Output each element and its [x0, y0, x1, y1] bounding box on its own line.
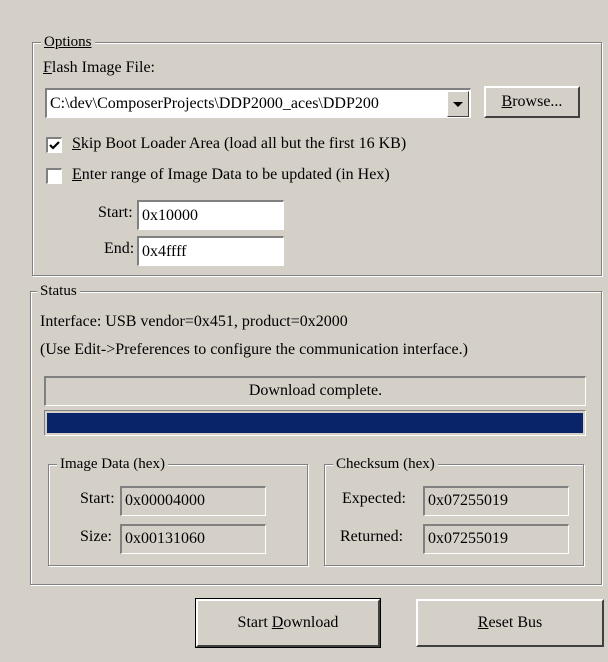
combobox-dropdown-button[interactable]	[447, 91, 469, 117]
checksum-legend: Checksum (hex)	[333, 455, 438, 473]
reset-bus-rest: eset Bus	[488, 614, 543, 631]
image-data-legend: Image Data (hex)	[57, 455, 168, 473]
image-start-label: Start:	[80, 490, 115, 507]
flash-label-rest: lash Image File:	[51, 59, 155, 76]
range-end-label: End:	[104, 240, 135, 257]
skip-boot-rest: kip Boot Loader Area (load all but the f…	[80, 135, 407, 152]
image-start-value: 0x00004000	[120, 486, 266, 516]
range-end-input[interactable]	[137, 236, 284, 266]
image-data-legend-text: Image Data (hex)	[60, 456, 165, 472]
checksum-returned-value: 0x07255019	[423, 524, 569, 554]
start-download-rest: ownload	[283, 614, 339, 631]
options-legend: Options	[41, 33, 95, 51]
flash-image-path: C:\dev\ComposerProjects\DDP2000_aces\DDP…	[50, 95, 379, 112]
checksum-expected-label: Expected:	[342, 490, 406, 507]
enter-range-label[interactable]: Enter range of Image Data to be updated …	[72, 165, 390, 185]
reset-bus-accel: R	[477, 614, 489, 631]
interface-hint: (Use Edit->Preferences to configure the …	[40, 341, 468, 358]
browse-button[interactable]: Browse...	[484, 86, 580, 118]
chevron-down-icon	[453, 102, 463, 107]
flash-dialog: Options Flash Image File: C:\dev\Compose…	[0, 0, 608, 662]
status-message-panel: Download complete.	[44, 376, 586, 406]
range-start-input[interactable]	[137, 200, 284, 230]
checksum-legend-text: Checksum (hex)	[336, 456, 435, 472]
skip-boot-checkbox[interactable]	[46, 137, 62, 153]
range-start-label: Start:	[98, 204, 133, 221]
image-size-value: 0x00131060	[120, 524, 266, 554]
download-progress-bar	[44, 410, 586, 436]
flash-image-combobox[interactable]: C:\dev\ComposerProjects\DDP2000_aces\DDP…	[45, 88, 471, 118]
options-legend-text: Options	[44, 34, 92, 50]
reset-bus-button[interactable]: Reset Bus	[416, 599, 604, 647]
start-download-pre: Start	[237, 614, 272, 631]
start-download-button[interactable]: Start Download	[195, 598, 381, 648]
progress-fill	[47, 413, 583, 433]
enter-range-accel: E	[72, 166, 82, 183]
enter-range-checkbox[interactable]	[46, 168, 62, 184]
status-legend-text: Status	[40, 283, 77, 299]
start-download-accel: D	[271, 614, 284, 631]
enter-range-rest: nter range of Image Data to be updated (…	[81, 166, 390, 183]
browse-rest: rowse...	[512, 93, 563, 110]
checksum-expected-value: 0x07255019	[423, 486, 569, 516]
skip-boot-accel: S	[72, 135, 81, 152]
skip-boot-label[interactable]: Skip Boot Loader Area (load all but the …	[72, 134, 406, 154]
flash-label-accel: F	[43, 59, 52, 76]
checkmark-icon	[49, 141, 60, 150]
status-message: Download complete.	[248, 382, 383, 399]
image-size-label: Size:	[80, 528, 112, 545]
interface-info: Interface: USB vendor=0x451, product=0x2…	[40, 313, 348, 330]
flash-image-label: Flash Image File:	[43, 58, 155, 78]
checksum-returned-label: Returned:	[340, 528, 404, 545]
browse-accel: B	[501, 93, 513, 110]
status-legend: Status	[37, 282, 80, 300]
